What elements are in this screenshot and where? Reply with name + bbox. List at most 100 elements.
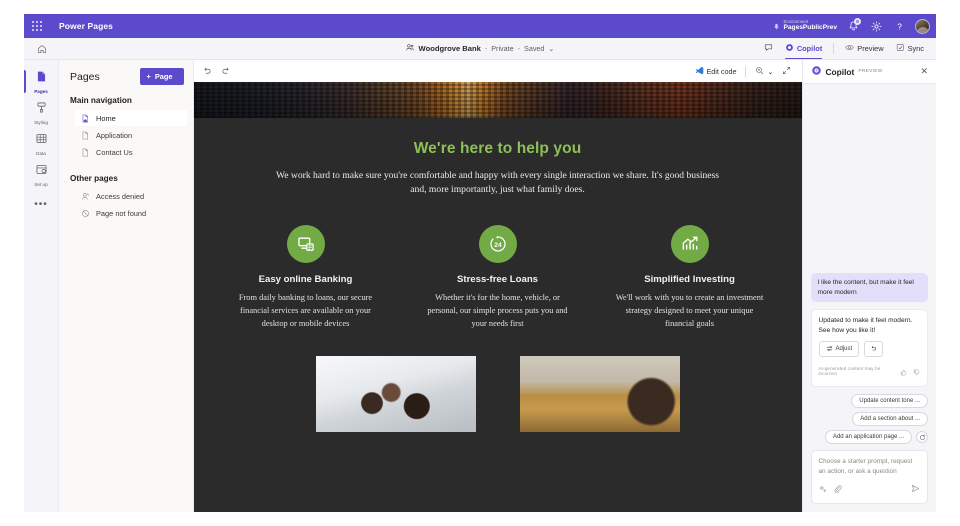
pages-panel: Pages + Page Main navigation Home Applic… bbox=[59, 60, 194, 512]
svg-text:24: 24 bbox=[494, 242, 502, 249]
environment-selector[interactable]: Environment PagesPublicPrev bbox=[773, 17, 837, 35]
settings-button[interactable] bbox=[869, 19, 883, 33]
home-button[interactable] bbox=[24, 44, 60, 54]
left-nav-rail: Pages Styling Data Set up ••• bbox=[24, 60, 59, 512]
copilot-header: Copilot PREVIEW ✕ bbox=[802, 60, 936, 84]
copilot-input[interactable]: Choose a starter prompt, request an acti… bbox=[819, 457, 921, 476]
brand-title: Power Pages bbox=[59, 21, 114, 31]
page-title: Pages bbox=[70, 70, 100, 83]
suggestion-chip-add-section[interactable]: Add a section about ... bbox=[852, 412, 928, 427]
preview-button[interactable]: Preview bbox=[839, 40, 889, 57]
feature-card[interactable]: 24 Stress-free Loans Whether it's for th… bbox=[422, 224, 574, 330]
sparkle-prompt-icon[interactable] bbox=[818, 480, 827, 498]
sidebar-item-data[interactable]: Data bbox=[24, 128, 58, 159]
comments-button[interactable] bbox=[758, 40, 779, 57]
sync-icon bbox=[896, 43, 905, 54]
copilot-conversation: I like the content, but make it feel mor… bbox=[803, 84, 937, 394]
refresh-suggestions-button[interactable] bbox=[916, 431, 928, 444]
sync-button[interactable]: Sync bbox=[890, 40, 930, 57]
copilot-tab-label: Copilot bbox=[796, 44, 823, 53]
add-page-button[interactable]: + Page bbox=[139, 68, 184, 85]
feature-title: Simplified Investing bbox=[644, 273, 735, 285]
assistant-actions: Adjust bbox=[818, 341, 921, 358]
online-banking-icon bbox=[286, 224, 325, 263]
divider bbox=[745, 65, 747, 77]
adjust-button[interactable]: Adjust bbox=[818, 341, 860, 358]
data-icon bbox=[35, 132, 48, 150]
waffle-icon bbox=[32, 21, 42, 31]
page-not-found-icon bbox=[81, 209, 90, 218]
undo-icon bbox=[870, 345, 877, 354]
help-button[interactable]: ? bbox=[892, 19, 906, 33]
eye-icon bbox=[845, 43, 854, 54]
notifications-button[interactable]: 0 bbox=[846, 18, 861, 33]
investing-chart-icon bbox=[670, 224, 709, 263]
sidebar-more-button[interactable]: ••• bbox=[34, 199, 48, 210]
edit-code-label: Edit code bbox=[706, 66, 737, 76]
feature-card[interactable]: Easy online Banking From daily banking t… bbox=[230, 224, 382, 330]
suggestion-row: Add an application page ... bbox=[824, 430, 928, 445]
thumb-up-icon[interactable] bbox=[900, 363, 907, 381]
website-preview[interactable]: We're here to help you We work hard to m… bbox=[193, 82, 802, 512]
site-icon bbox=[406, 43, 415, 54]
suggestion-chip-add-application-page[interactable]: Add an application page ... bbox=[824, 430, 912, 445]
sidebar-label-data: Data bbox=[36, 151, 46, 156]
fullscreen-button[interactable] bbox=[778, 64, 795, 79]
screen: Power Pages Environment PagesPublicPrev … bbox=[0, 0, 960, 526]
feature-card[interactable]: Simplified Investing We'll work with you… bbox=[614, 224, 766, 330]
photo-outdoor-portrait bbox=[519, 355, 680, 432]
undo-icon[interactable] bbox=[202, 66, 212, 76]
redo-icon[interactable] bbox=[221, 66, 231, 76]
copilot-icon bbox=[811, 63, 822, 81]
feature-title: Stress-free Loans bbox=[456, 273, 539, 285]
attach-icon[interactable] bbox=[834, 480, 842, 498]
add-page-label: Page bbox=[154, 72, 173, 81]
ai-disclaimer: AI-generated content may be incorrect bbox=[818, 367, 881, 378]
sidebar-item-home[interactable]: Home bbox=[75, 110, 187, 126]
expand-icon bbox=[782, 66, 791, 77]
sidebar-label-contact-us: Contact Us bbox=[96, 147, 133, 157]
page-icon bbox=[81, 148, 90, 157]
undo-response-button[interactable] bbox=[864, 341, 884, 358]
sidebar-item-page-not-found[interactable]: Page not found bbox=[75, 205, 187, 221]
user-message: I like the content, but make it feel mor… bbox=[810, 273, 928, 303]
sidebar-item-setup[interactable]: Set up bbox=[24, 159, 58, 190]
divider bbox=[833, 43, 835, 54]
suggestion-chip-update-tone[interactable]: Update content tone ... bbox=[851, 394, 928, 409]
copilot-panel: Copilot PREVIEW ✕ I like the content, bu… bbox=[801, 60, 937, 512]
sidebar-item-styling[interactable]: Styling bbox=[24, 97, 58, 128]
copilot-preview-badge: PREVIEW bbox=[858, 69, 883, 74]
sidebar-item-pages[interactable]: Pages bbox=[24, 66, 58, 97]
sidebar-item-application[interactable]: Application bbox=[75, 127, 187, 143]
canvas-history-actions bbox=[202, 66, 231, 76]
site-command-bar: Woodgrove Bank - Private - Saved ⌄ Copil… bbox=[24, 38, 936, 60]
assistant-message-text: Updated to make it feel modern. See how … bbox=[818, 317, 913, 334]
send-icon[interactable] bbox=[911, 480, 920, 498]
copilot-composer[interactable]: Choose a starter prompt, request an acti… bbox=[810, 450, 928, 504]
sidebar-item-access-denied[interactable]: Access denied bbox=[75, 188, 187, 204]
plus-icon: + bbox=[146, 72, 151, 81]
copilot-title: Copilot bbox=[825, 66, 855, 77]
edit-code-button[interactable]: Edit code bbox=[691, 64, 741, 79]
sidebar-item-contact-us[interactable]: Contact Us bbox=[75, 144, 187, 160]
adjust-icon bbox=[826, 345, 833, 354]
pages-panel-header: Pages + Page bbox=[59, 68, 193, 85]
close-icon[interactable]: ✕ bbox=[920, 67, 928, 76]
sidebar-label-setup: Set up bbox=[34, 182, 48, 187]
zoom-button[interactable]: ⌄ bbox=[751, 64, 777, 79]
thumb-down-icon[interactable] bbox=[913, 363, 920, 381]
tab-copilot[interactable]: Copilot bbox=[779, 40, 828, 59]
home-page-icon bbox=[81, 114, 90, 123]
site-title-group[interactable]: Woodgrove Bank - Private - Saved ⌄ bbox=[406, 43, 554, 54]
photo-row bbox=[230, 355, 766, 432]
feature-text: We'll work with you to create an investm… bbox=[615, 292, 764, 328]
app-launcher-button[interactable] bbox=[24, 21, 50, 31]
feature-text: From daily banking to loans, our secure … bbox=[238, 292, 373, 328]
chevron-down-icon[interactable]: ⌄ bbox=[548, 44, 554, 53]
notification-badge: 0 bbox=[854, 18, 861, 25]
setup-icon bbox=[35, 163, 48, 181]
environment-name: PagesPublicPrev bbox=[783, 23, 837, 31]
user-avatar[interactable] bbox=[915, 18, 930, 34]
sync-label: Sync bbox=[907, 44, 924, 53]
separator-1: - bbox=[484, 44, 488, 53]
